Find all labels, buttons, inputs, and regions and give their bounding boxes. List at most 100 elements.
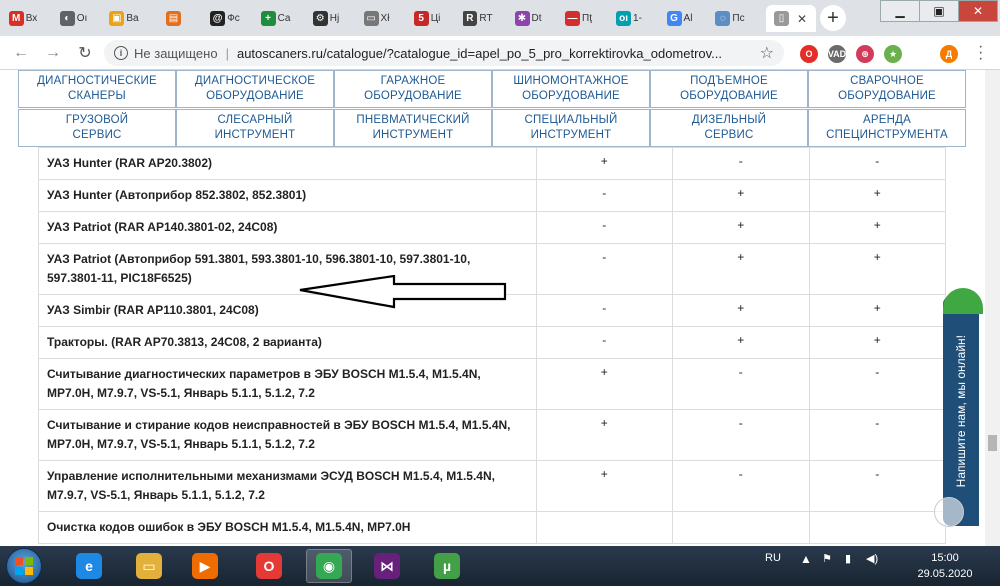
browser-tab[interactable]: G Al — [665, 5, 695, 32]
visual-studio-icon: ⋈ — [374, 553, 400, 579]
minimize-button[interactable]: ▁ — [880, 0, 920, 22]
bookmark-star-icon[interactable]: ☆ — [760, 43, 774, 63]
opera-icon[interactable]: O — [800, 45, 818, 63]
support-cell: - — [672, 409, 810, 461]
browser-toolbar: ← → ↻ i Не защищено | autoscaners.ru/cat… — [0, 36, 1000, 70]
active-browser-tab[interactable]: ▯ ✕ — [765, 5, 816, 32]
browser-tab[interactable]: ◌ Пс — [715, 5, 745, 32]
online-chat-widget[interactable]: Напишите нам, мы онлайн! — [943, 288, 983, 526]
browser-tab[interactable]: ✱ Dt — [513, 5, 543, 32]
address-separator: | — [225, 45, 229, 61]
category-link[interactable]: СПЕЦИАЛЬНЫЙ ИНСТРУМЕНТ — [492, 109, 650, 147]
opera-icon: O — [256, 553, 282, 579]
scrollbar-thumb[interactable] — [988, 435, 997, 451]
taskbar-app-button[interactable]: O — [246, 549, 292, 583]
table-row: Считывание диагностических параметров в … — [38, 358, 946, 410]
maximize-button[interactable]: ▣ — [919, 0, 959, 22]
taskbar-app-button[interactable]: ◉ — [306, 549, 352, 583]
back-icon[interactable]: ← — [10, 42, 32, 64]
table-row: Очистка кодов ошибок в ЭБУ BOSCH M1.5.4,… — [38, 511, 946, 544]
support-cell: + — [808, 179, 946, 212]
taskbar-app-button[interactable]: ▶ — [182, 549, 228, 583]
utorrent-icon: µ — [434, 553, 460, 579]
language-indicator[interactable]: RU — [765, 552, 781, 564]
tab-title: Пс — [732, 13, 745, 24]
category-link[interactable]: ШИНОМОНТАЖНОЕ ОБОРУДОВАНИЕ — [492, 70, 650, 108]
category-link[interactable]: СЛЕСАРНЫЙ ИНСТРУМЕНТ — [176, 109, 334, 147]
category-label: ШИНОМОНТАЖНОЕ ОБОРУДОВАНИЕ — [513, 75, 629, 102]
browser-tab[interactable]: M Вх — [8, 5, 38, 32]
new-tab-button[interactable]: + — [820, 5, 846, 31]
action-center-icon[interactable]: ⚑ — [822, 552, 832, 565]
browser-tab[interactable]: R RT — [462, 5, 493, 32]
tab-title: 1- — [633, 13, 642, 24]
start-button-icon[interactable] — [6, 548, 42, 584]
browser-tab[interactable]: ▣ Ba — [109, 5, 139, 32]
vad-icon[interactable]: VAD — [828, 45, 846, 63]
browser-tab[interactable]: oı 1- — [614, 5, 644, 32]
category-nav: ДИАГНОСТИЧЕСКИЕ СКАНЕРЫ ДИАГНОСТИЧЕСКОЕ О… — [18, 70, 966, 148]
category-link[interactable]: ДИАГНОСТИЧЕСКИЕ СКАНЕРЫ — [18, 70, 176, 108]
taskbar-app-button[interactable]: µ — [424, 549, 470, 583]
address-bar[interactable]: i Не защищено | autoscaners.ru/catalogue… — [104, 40, 784, 66]
support-cell: + — [535, 147, 674, 180]
category-label: ПНЕВМАТИЧЕСКИЙ ИНСТРУМЕНТ — [356, 114, 470, 141]
category-link[interactable]: ПОДЪЕМНОЕ ОБОРУДОВАНИЕ — [650, 70, 808, 108]
loading-icon: ◌ — [715, 11, 731, 26]
tab-title: Al — [683, 13, 693, 24]
taskbar-app-button[interactable]: ▭ — [126, 549, 172, 583]
network-icon[interactable]: ▮ — [845, 552, 851, 565]
taskbar-app-button[interactable]: e — [66, 549, 112, 583]
function-name-cell: Очистка кодов ошибок в ЭБУ BOSCH M1.5.4,… — [38, 511, 537, 544]
close-tab-icon[interactable]: ✕ — [797, 12, 807, 26]
tools-icon: R — [462, 11, 478, 26]
info-icon[interactable]: i — [114, 46, 128, 60]
browser-tab[interactable]: @ Фс — [210, 5, 240, 32]
support-cell — [535, 511, 674, 544]
browser-tab[interactable]: 5 Цi — [412, 5, 442, 32]
function-name-cell: Считывание и стирание кодов неисправност… — [38, 409, 537, 461]
support-cell: - — [672, 460, 810, 512]
browser-tab[interactable]: ◐ Oı — [59, 5, 89, 32]
support-cell: - — [535, 179, 674, 212]
category-link[interactable]: СВАРОЧНОЕ ОБОРУДОВАНИЕ — [808, 70, 966, 108]
browser-tab[interactable]: — Пţ — [564, 5, 594, 32]
url-text[interactable]: autoscaners.ru/catalogue/?catalogue_id=a… — [237, 46, 722, 61]
5v-icon: 5 — [413, 11, 429, 26]
addon-icon[interactable]: ★ — [884, 45, 902, 63]
support-cell — [808, 511, 946, 544]
scroll-top-button[interactable] — [934, 497, 964, 527]
system-clock[interactable]: 15:00 29.05.2020 — [910, 550, 980, 582]
category-link[interactable]: ГРУЗОВОЙ СЕРВИС — [18, 109, 176, 147]
windows-taskbar: e ▭ ▶ O ◉ ⋈ µ RU ▲ ⚑ ▮ ◀) 15:00 29.05.2020 — [0, 546, 1000, 586]
support-cell: + — [672, 211, 810, 244]
support-cell: + — [535, 358, 674, 410]
browser-tab[interactable]: ▤ — [160, 5, 190, 32]
table-row: УАЗ Patriot (RAR AP140.3801-02, 24C08) - +… — [38, 211, 946, 244]
browser-tab[interactable]: + Ca — [260, 5, 291, 32]
category-link[interactable]: ДИАГНОСТИЧЕСКОЕ ОБОРУДОВАНИЕ — [176, 70, 334, 108]
category-label: ГАРАЖНОЕ ОБОРУДОВАНИЕ — [364, 75, 462, 102]
support-cell: + — [808, 326, 946, 359]
browser-menu-icon[interactable]: · · · — [978, 39, 983, 67]
category-link[interactable]: ПНЕВМАТИЧЕСКИЙ ИНСТРУМЕНТ — [334, 109, 492, 147]
browser-tab[interactable]: ▭ Xł — [362, 5, 392, 32]
tab-title: Нj — [329, 13, 340, 24]
browser-tab[interactable]: ⚙ Нj — [311, 5, 341, 32]
function-name-cell: УАЗ Hunter (Автоприбор 852.3802, 852.380… — [38, 179, 537, 212]
close-window-button[interactable]: ✕ — [958, 0, 998, 22]
reload-icon[interactable]: ↻ — [74, 42, 96, 64]
savefrom-icon[interactable]: ⊕ — [856, 45, 874, 63]
category-link[interactable]: ДИЗЕЛЬНЫЙ СЕРВИС — [650, 109, 808, 147]
tab-title: Пţ — [582, 13, 592, 24]
profile-avatar-icon[interactable]: Д — [940, 45, 958, 63]
forward-icon[interactable]: → — [42, 42, 64, 64]
category-link[interactable]: ГАРАЖНОЕ ОБОРУДОВАНИЕ — [334, 70, 492, 108]
tray-expand-icon[interactable]: ▲ — [800, 552, 812, 566]
support-cell: - — [672, 147, 810, 180]
page-icon: ▯ — [773, 11, 789, 26]
volume-icon[interactable]: ◀) — [866, 552, 878, 565]
taskbar-app-button[interactable]: ⋈ — [364, 549, 410, 583]
category-link[interactable]: АРЕНДА СПЕЦИНСТРУМЕНТА — [808, 109, 966, 147]
page-scrollbar[interactable] — [985, 70, 1000, 546]
